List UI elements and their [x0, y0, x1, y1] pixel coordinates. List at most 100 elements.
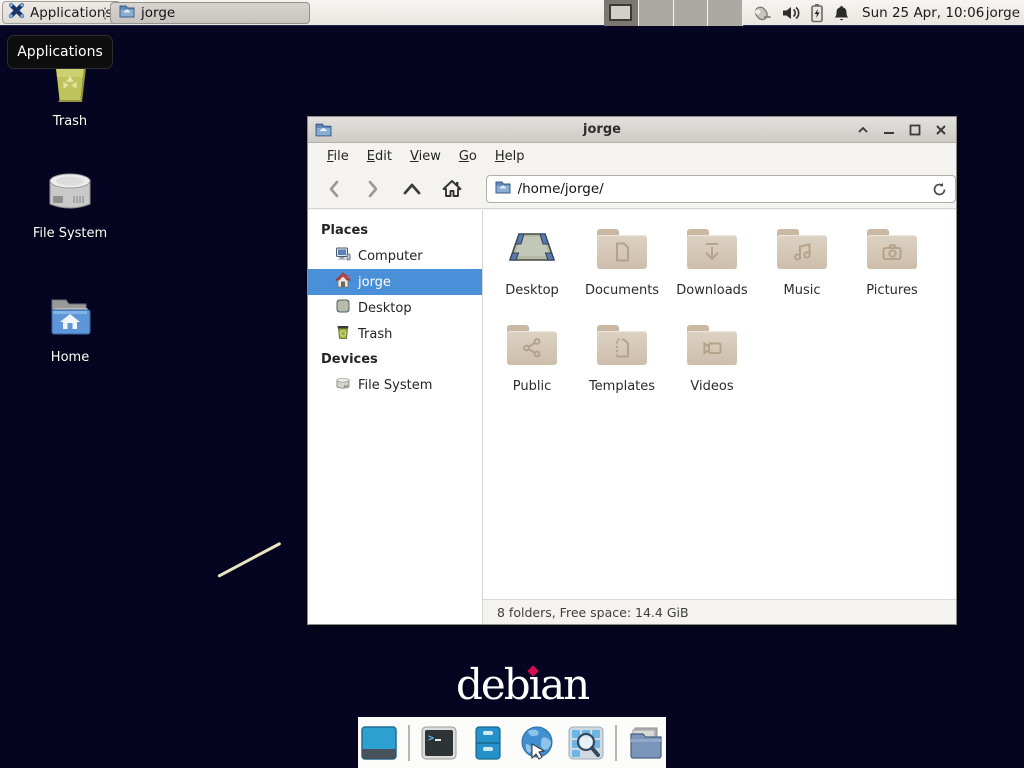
file-item-music[interactable]: Music	[757, 220, 847, 316]
menu-help[interactable]: Help	[486, 145, 534, 168]
show-desktop-icon[interactable]	[359, 723, 399, 763]
file-item-label: Videos	[667, 379, 757, 394]
workspace-3[interactable]	[674, 0, 709, 26]
videos-folder-icon	[685, 321, 739, 369]
file-item-public[interactable]: Public	[487, 316, 577, 412]
tooltip-text: Applications	[17, 44, 103, 60]
menu-edit[interactable]: Edit	[358, 145, 401, 168]
forward-button[interactable]	[359, 175, 386, 203]
taskbar-window-button[interactable]: jorge	[110, 2, 310, 24]
file-item-desktop[interactable]: Desktop	[487, 220, 577, 316]
file-item-label: Music	[757, 283, 847, 298]
file-item-label: Templates	[577, 379, 667, 394]
volume-icon[interactable]	[781, 4, 801, 22]
file-item-label: Downloads	[667, 283, 757, 298]
top-panel: Applications jorge	[0, 0, 1024, 26]
public-folder-icon	[505, 321, 559, 369]
mouse-input-icon[interactable]	[750, 3, 772, 23]
desktop-icon	[335, 298, 351, 318]
sidebar-item-label: Trash	[358, 327, 392, 342]
back-button[interactable]	[320, 175, 347, 203]
web-browser-icon[interactable]	[517, 723, 557, 763]
system-tray	[750, 0, 850, 26]
wordmark-segment: deb	[456, 660, 529, 709]
terminal-icon[interactable]: >	[419, 723, 459, 763]
workspace-switcher	[604, 0, 743, 26]
location-bar[interactable]	[486, 175, 956, 203]
files-view[interactable]: Desktop Documents	[483, 210, 956, 599]
workspace-4[interactable]	[708, 0, 743, 26]
status-text: 8 folders, Free space: 14.4 GiB	[497, 605, 689, 620]
menu-bar: File Edit View Go Help	[308, 143, 956, 169]
home-folder-icon	[20, 292, 120, 346]
file-item-label: Pictures	[847, 283, 937, 298]
sidebar-item-trash[interactable]: Trash	[308, 321, 482, 347]
desktop-workspace-icon	[505, 225, 559, 273]
music-folder-icon	[775, 225, 829, 273]
file-item-label: Documents	[577, 283, 667, 298]
desktop-icon-label: File System	[33, 226, 107, 241]
templates-folder-icon	[595, 321, 649, 369]
panel-clock[interactable]: Sun 25 Apr, 10:06	[862, 0, 984, 26]
applications-tooltip: Applications	[7, 35, 113, 69]
file-item-videos[interactable]: Videos	[667, 316, 757, 412]
dock-separator	[408, 725, 410, 761]
menu-go[interactable]: Go	[450, 145, 486, 168]
window-title: jorge	[368, 122, 836, 137]
window-body: Places Computer	[308, 210, 956, 624]
sidebar-item-jorge[interactable]: jorge	[308, 269, 482, 295]
file-item-label: Public	[487, 379, 577, 394]
sidebar-item-label: Desktop	[358, 301, 412, 316]
maximize-button[interactable]	[906, 121, 924, 139]
menu-view[interactable]: View	[401, 145, 450, 168]
computer-icon	[335, 246, 351, 266]
trash-small-icon	[335, 324, 351, 344]
wordmark-i: ı	[529, 660, 540, 709]
directory-menu-icon[interactable]	[626, 723, 666, 763]
application-finder-icon[interactable]	[566, 723, 606, 763]
dock-separator	[615, 725, 617, 761]
sidebar-header-devices: Devices	[308, 347, 482, 372]
sidebar-item-file-system[interactable]: File System	[308, 372, 482, 398]
reload-icon[interactable]	[929, 180, 949, 200]
dock-panel: >	[358, 717, 666, 768]
file-item-pictures[interactable]: Pictures	[847, 220, 937, 316]
sidebar-item-label: File System	[358, 378, 432, 393]
pictures-folder-icon	[865, 225, 919, 273]
sidebar-item-computer[interactable]: Computer	[308, 243, 482, 269]
window-controls	[854, 117, 950, 143]
xfce-applications-icon	[8, 2, 25, 23]
file-item-downloads[interactable]: Downloads	[667, 220, 757, 316]
documents-folder-icon	[595, 225, 649, 273]
window-titlebar[interactable]: jorge	[308, 117, 956, 143]
workspace-1[interactable]	[604, 0, 639, 26]
file-manager-icon[interactable]	[468, 723, 508, 763]
taskbar-window-label: jorge	[141, 5, 175, 21]
sidebar-item-label: Computer	[358, 249, 423, 264]
path-folder-icon	[495, 179, 511, 198]
toolbar	[308, 169, 956, 209]
workspace-2[interactable]	[639, 0, 674, 26]
svg-text:>: >	[428, 733, 434, 744]
close-button[interactable]	[932, 121, 950, 139]
home-button[interactable]	[438, 175, 465, 203]
minimize-button[interactable]	[880, 121, 898, 139]
menu-file[interactable]: File	[318, 145, 358, 168]
downloads-folder-icon	[685, 225, 739, 273]
taskbar-folder-icon	[119, 4, 135, 22]
debian-wordmark: debıan	[456, 660, 588, 709]
panel-user-menu[interactable]: jorge	[986, 0, 1020, 26]
stray-line-artifact	[217, 542, 281, 578]
shade-button[interactable]	[854, 121, 872, 139]
up-button[interactable]	[399, 175, 426, 203]
file-item-templates[interactable]: Templates	[577, 316, 667, 412]
battery-icon[interactable]	[810, 3, 824, 23]
panel-handle[interactable]	[103, 6, 107, 20]
notifications-bell-icon[interactable]	[833, 4, 850, 23]
sidebar: Places Computer	[308, 210, 483, 624]
file-item-documents[interactable]: Documents	[577, 220, 667, 316]
path-input[interactable]	[518, 181, 925, 197]
desktop-icon-home[interactable]: Home	[20, 292, 120, 365]
sidebar-item-desktop[interactable]: Desktop	[308, 295, 482, 321]
desktop-icon-file-system[interactable]: File System	[20, 166, 120, 241]
